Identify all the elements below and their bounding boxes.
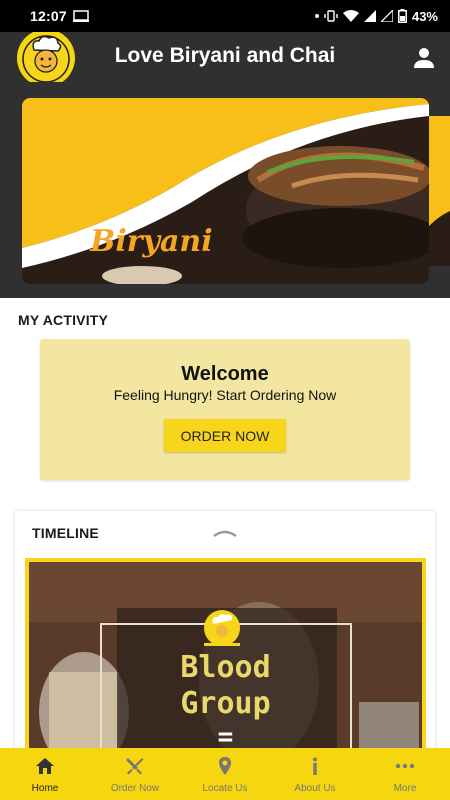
app-title: Love Biryani and Chai <box>114 44 336 67</box>
location-pin-icon <box>219 757 231 775</box>
nav-item-more[interactable]: More <box>360 748 450 800</box>
timeline-heading: TIMELINE <box>32 525 99 541</box>
screen-cast-icon <box>72 10 89 22</box>
nav-label-about-us: About Us <box>294 783 336 794</box>
bottom-navigation: Home Order Now Locate Us About Us More <box>0 748 450 800</box>
signal-icon-2 <box>380 10 393 22</box>
nav-label-more: More <box>393 783 417 794</box>
poster-line-2: Group <box>180 686 271 721</box>
chevron-up-icon[interactable] <box>212 525 238 541</box>
battery-percent: 43% <box>411 8 438 24</box>
fork-knife-icon <box>126 758 144 775</box>
wifi-icon <box>342 10 359 22</box>
app-screen: 12:07 43% Love Biryani and Chai Biryani … <box>0 0 450 800</box>
profile-icon[interactable] <box>410 46 438 70</box>
signal-icon <box>363 10 376 22</box>
next-banner-peek[interactable] <box>429 116 450 266</box>
status-bar: 12:07 43% <box>0 0 450 32</box>
nav-label-order-now: Order Now <box>110 783 160 794</box>
nav-item-locate-us[interactable]: Locate Us <box>180 748 270 800</box>
more-dots-icon <box>395 763 415 769</box>
order-now-button[interactable]: ORDER NOW <box>164 419 286 452</box>
dot-icon <box>314 14 319 18</box>
battery-icon <box>397 9 407 23</box>
nav-item-order-now[interactable]: Order Now <box>90 748 180 800</box>
welcome-subtitle: Feeling Hungry! Start Ordering Now <box>113 387 337 403</box>
welcome-card: Welcome Feeling Hungry! Start Ordering N… <box>40 339 410 480</box>
nav-item-about-us[interactable]: About Us <box>270 748 360 800</box>
biryani-banner-image <box>22 98 429 284</box>
status-time: 12:07 <box>30 8 67 24</box>
biryani-banner[interactable]: Biryani <box>22 98 429 284</box>
my-activity-heading: MY ACTIVITY <box>18 312 109 328</box>
banner-label: Biryani <box>90 224 213 259</box>
home-icon <box>36 758 54 774</box>
app-header: Love Biryani and Chai Biryani <box>0 32 450 298</box>
poster-line-1: Blood <box>180 650 271 685</box>
nav-item-home[interactable]: Home <box>0 748 90 800</box>
welcome-title: Welcome <box>181 363 269 385</box>
vibrate-icon <box>324 10 338 22</box>
nav-label-home: Home <box>31 783 59 794</box>
nav-label-locate-us: Locate Us <box>202 783 248 794</box>
info-icon <box>313 757 317 775</box>
